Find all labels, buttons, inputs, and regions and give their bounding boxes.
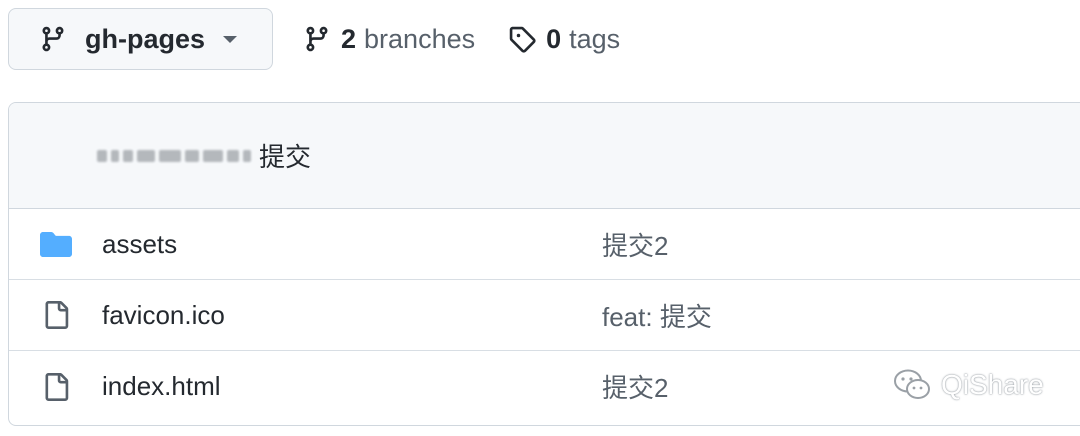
tag-icon	[508, 24, 536, 54]
branches-count: 2	[341, 23, 357, 54]
latest-commit-bar: 提交	[9, 103, 1080, 209]
file-name[interactable]: assets	[102, 229, 177, 260]
branches-link[interactable]: 2 branches	[303, 24, 475, 55]
branch-selector-label: gh-pages	[85, 23, 206, 54]
repo-toolbar: gh-pages 2 branches 0 tags	[8, 8, 620, 70]
branch-selector-button[interactable]: gh-pages	[8, 8, 273, 70]
file-commit-message[interactable]: 提交2	[602, 226, 668, 263]
latest-commit-message[interactable]: 提交	[259, 137, 311, 174]
tags-label: tags	[569, 23, 621, 54]
git-branch-icon	[303, 24, 331, 54]
file-icon	[39, 371, 73, 403]
file-name[interactable]: favicon.ico	[102, 300, 225, 331]
git-branch-icon	[39, 24, 67, 54]
file-row-favicon[interactable]: favicon.ico feat: 提交	[9, 280, 1080, 351]
file-commit-message[interactable]: feat: 提交	[602, 297, 712, 334]
tags-count: 0	[546, 23, 562, 54]
branches-label: branches	[364, 23, 476, 54]
file-name[interactable]: index.html	[102, 371, 221, 402]
file-icon	[39, 299, 73, 331]
watermark-text: QiShare	[941, 369, 1044, 400]
file-row-assets[interactable]: assets 提交2	[9, 209, 1080, 280]
caret-down-icon	[223, 35, 238, 43]
wechat-watermark: QiShare	[893, 368, 1044, 402]
file-commit-message[interactable]: 提交2	[602, 368, 668, 405]
folder-icon	[39, 228, 73, 260]
redacted-author	[97, 149, 251, 162]
wechat-icon	[893, 368, 933, 402]
tags-link[interactable]: 0 tags	[508, 24, 620, 55]
